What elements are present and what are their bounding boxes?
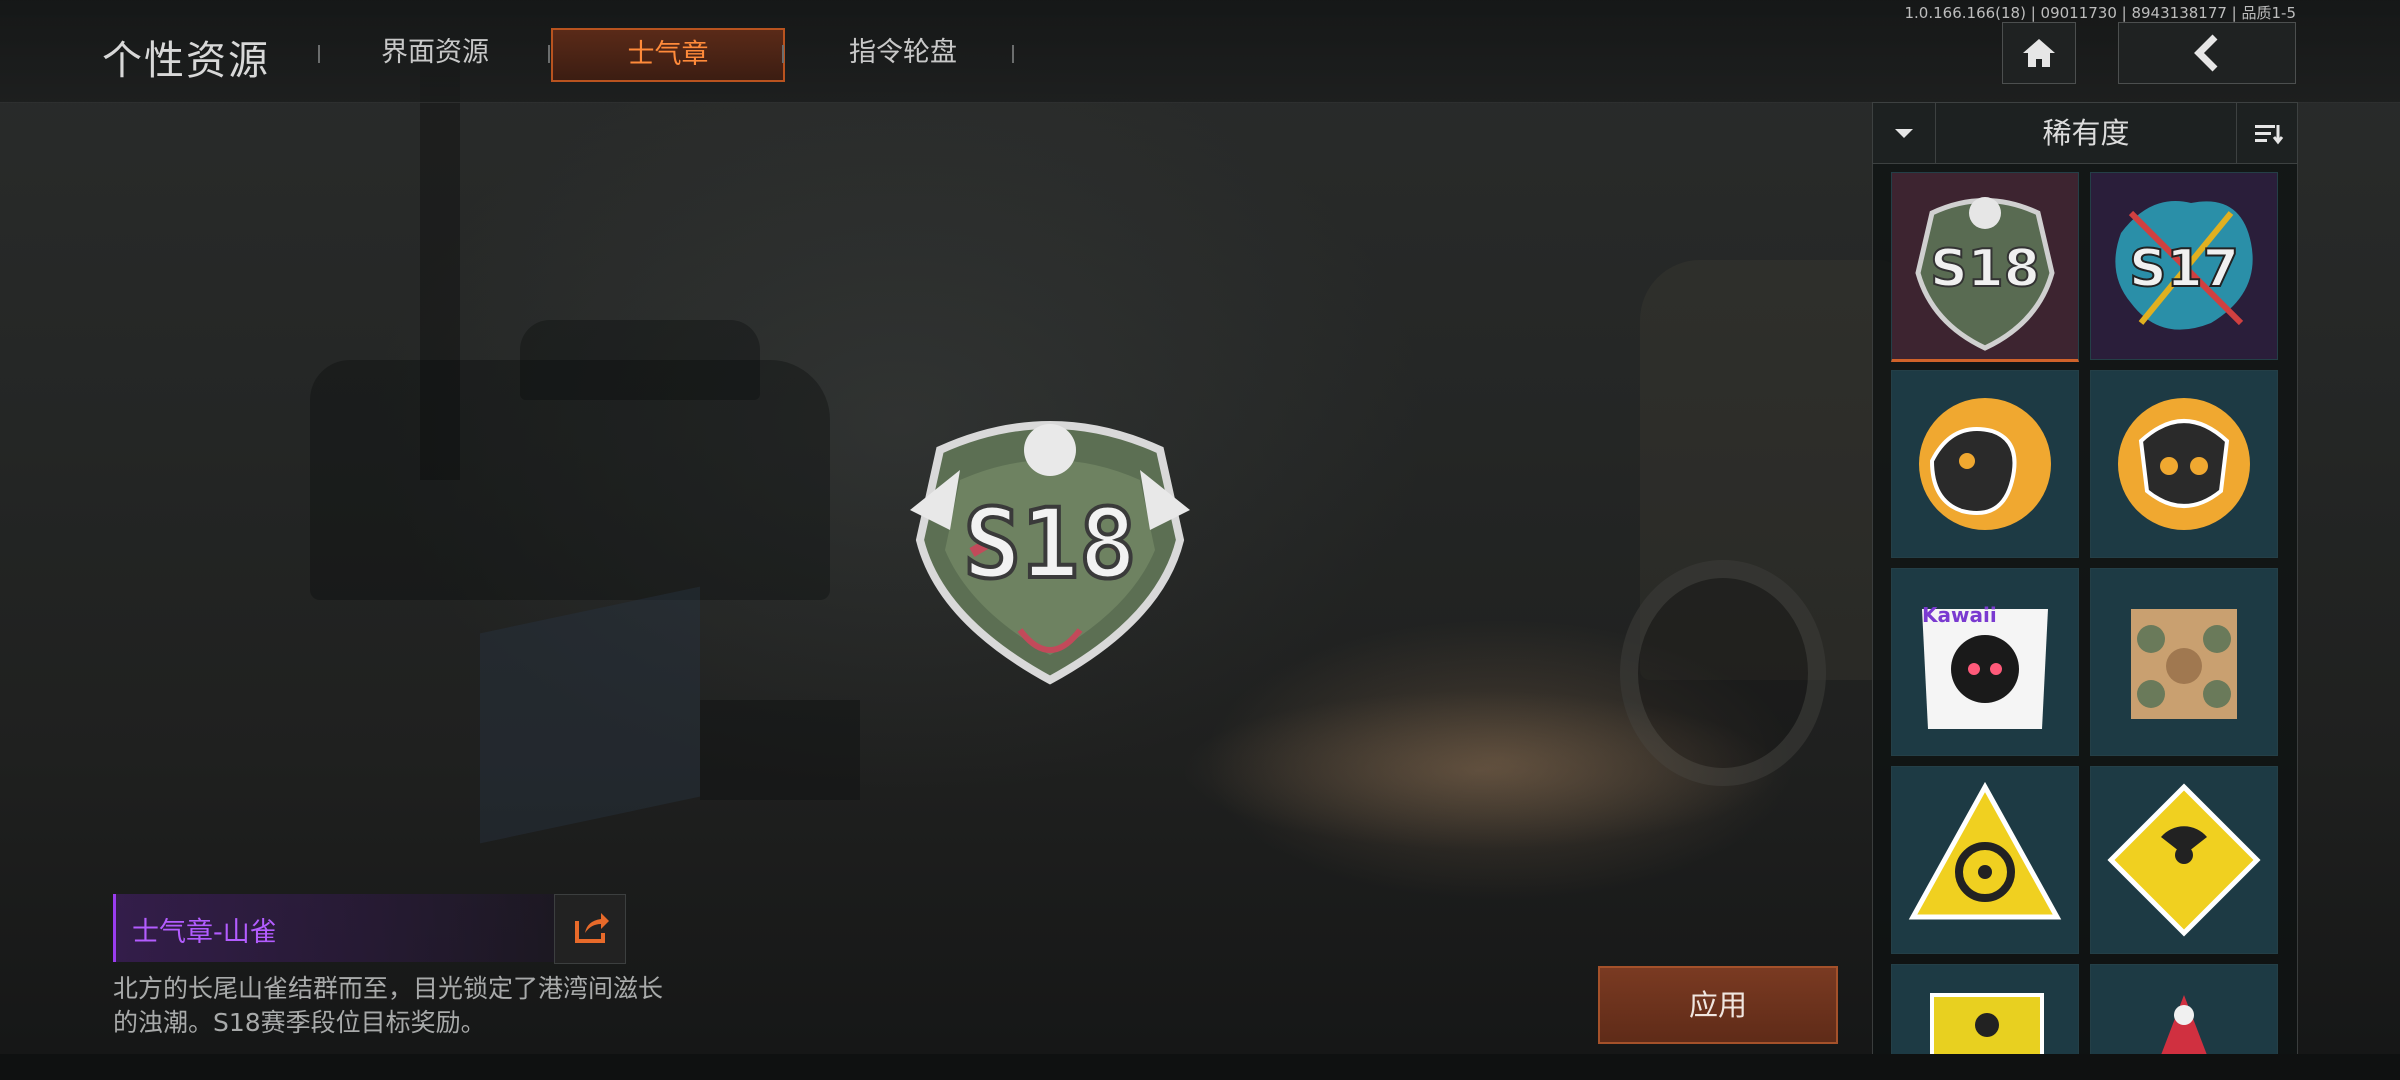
red-figure-badge-icon (2161, 995, 2207, 1055)
chevron-down-icon (1895, 129, 1913, 138)
badge-tile-radiation[interactable] (2090, 766, 2278, 954)
sort-order-button[interactable] (2236, 103, 2297, 163)
radiation-badge-icon (2107, 783, 2261, 937)
badge-tile-s18[interactable]: S18 (1891, 172, 2079, 362)
biohazard-badge-icon (1908, 781, 2062, 920)
sort-bar: 稀有度 (1872, 102, 2298, 164)
tab-morale-badge[interactable]: 士气章 (551, 28, 785, 82)
sort-label: 稀有度 (2042, 116, 2130, 150)
tab-command-wheel[interactable]: 指令轮盘 (814, 28, 992, 78)
morale-badge-preview: S18 (900, 390, 1200, 690)
home-button[interactable] (2002, 22, 2076, 84)
badge-label: S18 (961, 486, 1138, 602)
share-icon (575, 913, 609, 943)
scene-tank-turret (520, 320, 760, 400)
badge-description: 北方的长尾山雀结群而至，目光锁定了港湾间滋长的浊潮。S18赛季段位目标奖励。 (113, 974, 664, 1037)
kawaii-badge-icon (1922, 609, 2048, 729)
badge-tile-biohazard[interactable] (1891, 766, 2079, 954)
badge-tile-skull-helmet[interactable] (2090, 370, 2278, 558)
badge-tile-skull-bird[interactable] (1891, 370, 2079, 558)
tile-label: Kawaii (1922, 603, 1997, 627)
badge-tile-group[interactable] (2090, 568, 2278, 756)
badge-tile-kawaii[interactable]: Kawaii (1891, 568, 2079, 756)
back-arrow-icon (2194, 34, 2218, 72)
page-title: 个性资源 (102, 38, 270, 84)
scene-box (700, 700, 860, 800)
tab-divider (318, 45, 320, 63)
top-bar: 个性资源 界面资源 士气章 指令轮盘 1.0.166.166(18) | 090… (0, 0, 2400, 103)
tab-divider (548, 45, 550, 63)
version-info: 1.0.166.166(18) | 09011730 | 8943138177 … (1904, 4, 2297, 22)
back-button[interactable] (2118, 22, 2296, 84)
share-button[interactable] (554, 894, 626, 964)
sort-dropdown-button[interactable] (1873, 103, 1936, 163)
skull-bird-badge-icon (1919, 398, 2051, 530)
tile-label: S17 (2128, 238, 2240, 300)
tile-label: S18 (1929, 238, 2041, 300)
home-icon (2023, 39, 2055, 67)
badge-name-bar: 士气章-山雀 (113, 894, 556, 962)
apply-button[interactable]: 应用 (1598, 966, 1838, 1044)
badge-tile-red-figure[interactable] (2090, 964, 2278, 1056)
skull-helmet-badge-icon (2118, 398, 2250, 530)
bottom-edge (0, 1054, 2400, 1080)
tab-ui-resources[interactable]: 界面资源 (350, 28, 520, 78)
radiation-sign-badge-icon (1930, 993, 2044, 1055)
tab-divider (1012, 45, 1014, 63)
group-badge-icon (2131, 609, 2237, 719)
scene-crate (480, 586, 700, 844)
tab-divider (782, 45, 784, 63)
sort-order-icon (2255, 125, 2284, 145)
scene-floor-light (1180, 690, 1780, 850)
badge-tile-s17[interactable]: S17 (2090, 172, 2278, 360)
badge-tile-radiation-sign[interactable] (1891, 964, 2079, 1056)
badge-name: 士气章-山雀 (132, 917, 277, 948)
